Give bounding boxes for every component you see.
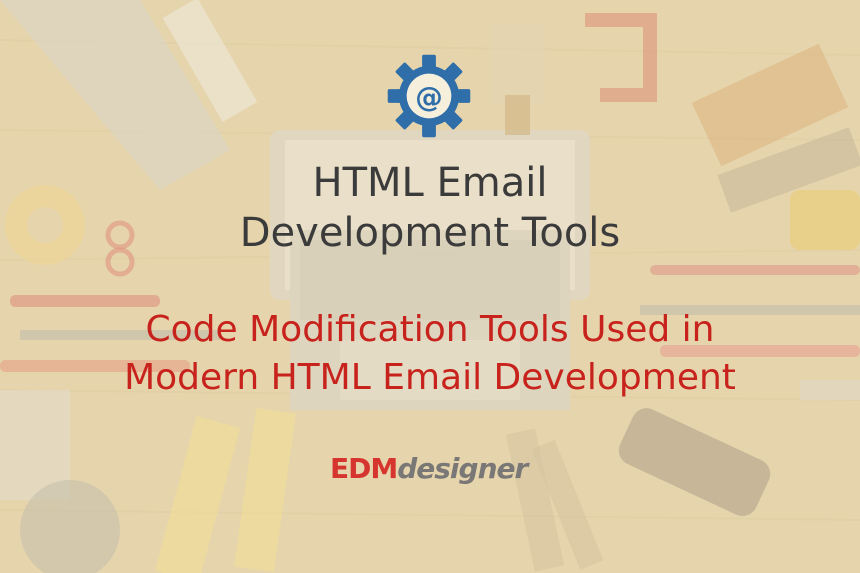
logo-designer-text: designer xyxy=(397,452,528,485)
gear-at-icon: @ xyxy=(387,54,471,138)
svg-text:@: @ xyxy=(415,81,443,113)
logo-edm-text: EDM xyxy=(330,452,398,485)
subtitle-line-1: Code Modification Tools Used in xyxy=(145,309,715,350)
subtitle-line-2: Modern HTML Email Development xyxy=(124,357,736,398)
page-title: HTML Email Development Tools xyxy=(0,158,860,258)
title-line-2: Development Tools xyxy=(239,210,621,256)
title-line-1: HTML Email xyxy=(312,160,548,206)
edmdesigner-logo: EDMdesigner xyxy=(330,452,530,488)
page-subtitle: Code Modification Tools Used in Modern H… xyxy=(0,306,860,402)
